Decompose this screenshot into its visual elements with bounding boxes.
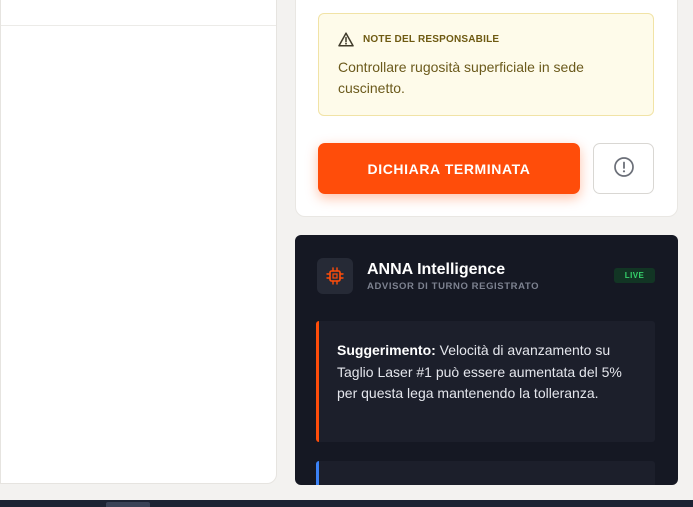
note-text: Controllare rugosità superficiale in sed… bbox=[338, 59, 584, 96]
panel-divider bbox=[1, 25, 276, 26]
ai-advisor-card: ANNA Intelligence ADVISOR DI TURNO REGIS… bbox=[295, 235, 678, 485]
manager-note: NOTE DEL RESPONSABILE Controllare rugosi… bbox=[318, 13, 654, 116]
cpu-chip-icon bbox=[317, 258, 353, 294]
declare-finished-button[interactable]: DICHIARA TERMINATA bbox=[318, 143, 580, 194]
alert-circle-icon bbox=[613, 156, 635, 181]
assistant-subtitle: ADVISOR DI TURNO REGISTRATO bbox=[367, 281, 540, 292]
taskbar bbox=[0, 500, 693, 507]
note-title: NOTE DEL RESPONSABILE bbox=[363, 34, 500, 45]
suggestion-card: Suggerimento: Velocità di avanzamento su… bbox=[316, 321, 655, 442]
left-panel bbox=[0, 0, 277, 484]
taskbar-item[interactable] bbox=[106, 502, 150, 507]
report-issue-button[interactable] bbox=[593, 143, 654, 194]
suggestion-card-secondary bbox=[316, 461, 655, 485]
note-header: NOTE DEL RESPONSABILE bbox=[338, 32, 499, 47]
live-badge: LIVE bbox=[614, 268, 655, 283]
suggestion-label: Suggerimento: bbox=[337, 342, 436, 358]
warning-icon bbox=[338, 32, 354, 47]
assistant-title: ANNA Intelligence bbox=[367, 261, 506, 278]
suggestion-text: Suggerimento: Velocità di avanzamento su… bbox=[337, 340, 642, 405]
